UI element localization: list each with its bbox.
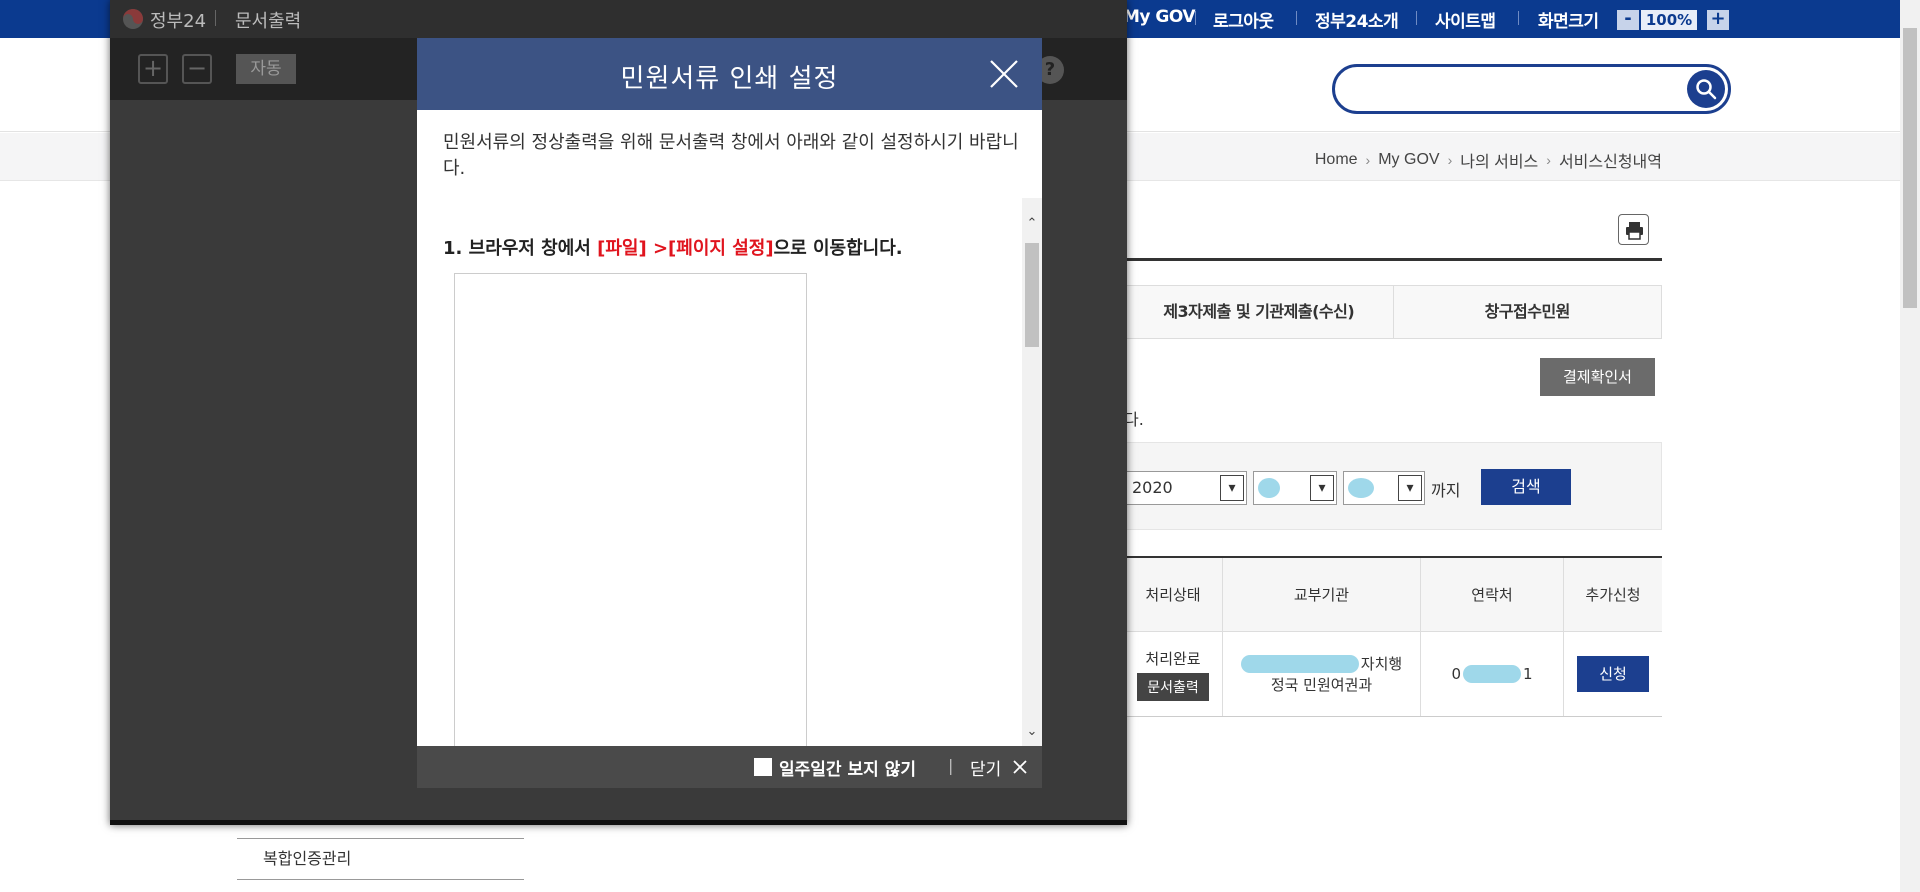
phone-start: 0: [1451, 665, 1461, 683]
redacted-phone: [1461, 665, 1523, 683]
zoom-out-button[interactable]: −: [182, 54, 212, 84]
breadcrumb-current: 서비스신청내역: [1558, 154, 1662, 171]
close-icon[interactable]: [988, 58, 1020, 90]
window-bottom-edge: [110, 820, 1127, 825]
agency-cell: 자치행 정국 민원여권과: [1222, 632, 1420, 716]
agency-line2: 정국 민원여권과: [1270, 676, 1373, 694]
divider: [1416, 11, 1417, 25]
dialog-description: 민원서류의 정상출력을 위해 문서출력 창에서 아래와 같이 설정하시기 바랍니…: [443, 132, 1019, 179]
dialog-footer: 일주일간 보지 않기 | 닫기: [417, 746, 1042, 788]
day-select[interactable]: ▾: [1343, 471, 1425, 505]
window-titlebar: 정부24 문서출력: [110, 0, 1127, 38]
breadcrumb-my-service[interactable]: 나의 서비스: [1460, 148, 1538, 172]
search-input[interactable]: [1332, 64, 1731, 114]
step1-screenshot: [454, 273, 807, 746]
phone-end: 1: [1523, 665, 1533, 683]
dont-show-week-checkbox[interactable]: [754, 758, 772, 776]
col-additional: 추가신청: [1563, 558, 1662, 631]
file-menu-label: [파일]: [597, 238, 647, 259]
contact-cell: 0 1: [1420, 632, 1563, 716]
scrollbar-thumb[interactable]: [1903, 28, 1917, 308]
apply-button[interactable]: 신청: [1577, 656, 1649, 692]
sitemap-link[interactable]: 사이트맵: [1435, 7, 1496, 32]
zoom-out-button[interactable]: -: [1617, 10, 1639, 30]
date-filter: 2020 ▾ ▾ ▾ 까지 검색: [1124, 442, 1662, 530]
redacted-value: [1240, 655, 1359, 673]
divider: [1518, 11, 1519, 25]
divider: [1296, 11, 1297, 25]
window-title: 문서출력: [235, 11, 302, 32]
zoom-in-button[interactable]: +: [138, 54, 168, 84]
search-submit-button[interactable]: 검색: [1481, 469, 1571, 505]
breadcrumb-mygov[interactable]: My GOV: [1378, 151, 1439, 169]
logout-link[interactable]: 로그아웃: [1213, 7, 1274, 32]
until-label: 까지: [1431, 481, 1461, 500]
breadcrumb-home[interactable]: Home: [1315, 151, 1358, 169]
col-contact: 연락처: [1420, 558, 1563, 631]
sidebar-item-auth-management[interactable]: 복합인증관리: [237, 838, 524, 880]
col-status: 처리상태: [1145, 586, 1201, 604]
table-row: 처리완료 문서출력 자치행 정국 민원여권과 0 1 신청: [1124, 632, 1662, 716]
tab-third-party-submit[interactable]: 제3자제출 및 기관제출(수신): [1125, 286, 1393, 338]
printer-icon: [1626, 222, 1643, 240]
table-header: 처리상태 교부기관 연락처 추가신청: [1124, 558, 1662, 632]
doc-output-button[interactable]: 문서출력: [1137, 672, 1209, 701]
step1-instruction: 1. 브라우저 창에서 [파일] >[페이지 설정]으로 이동합니다.: [443, 238, 903, 259]
col-agency: 교부기관: [1222, 558, 1420, 631]
service-tabs: 제3자제출 및 기관제출(수신) 창구접수민원: [1124, 285, 1662, 339]
status-cell: 처리완료 문서출력: [1124, 632, 1222, 716]
search-button[interactable]: [1687, 70, 1725, 108]
zoom-level: 100%: [1641, 10, 1697, 30]
chevron-right-icon: ›: [1447, 152, 1453, 168]
divider: [215, 10, 216, 26]
results-table: 처리상태 교부기관 연락처 추가신청 처리완료 문서출력 자치행 정국 민원여권…: [1124, 556, 1662, 717]
government-emblem-icon: [123, 9, 143, 29]
year-value: 2020: [1132, 478, 1173, 497]
window-brand: 정부24: [150, 11, 207, 32]
redacted-value: [1258, 478, 1280, 498]
month-select[interactable]: ▾: [1253, 471, 1337, 505]
about-link[interactable]: 정부24소개: [1315, 7, 1399, 32]
zoom-in-button[interactable]: +: [1707, 10, 1729, 30]
dialog-scrollbar[interactable]: ⌃ ⌄: [1022, 198, 1042, 746]
page-scrollbar[interactable]: [1900, 0, 1920, 892]
divider: [1195, 11, 1196, 25]
print-settings-dialog: 민원서류 인쇄 설정 민원서류의 정상출력을 위해 문서출력 창에서 아래와 같…: [417, 38, 1042, 788]
dont-show-week-label[interactable]: 일주일간 보지 않기: [779, 755, 916, 780]
scrollbar-thumb[interactable]: [1025, 243, 1039, 347]
page-setup-label: [페이지 설정]: [668, 238, 774, 259]
chevron-right-icon: ›: [1546, 152, 1551, 168]
document-print-window: 정부24 문서출력 + − 자동 인쇄 ? 민원서류 인쇄 설정 민원서류의 정…: [110, 0, 1127, 825]
tab-counter-civil[interactable]: 창구접수민원: [1392, 286, 1662, 338]
apply-cell: 신청: [1563, 632, 1662, 716]
print-page-button[interactable]: [1618, 214, 1649, 245]
mygov-link[interactable]: My GOV: [1123, 7, 1196, 27]
chevron-up-icon[interactable]: ⌃: [1024, 216, 1040, 232]
payment-receipt-button[interactable]: 결제확인서: [1540, 358, 1655, 396]
year-select[interactable]: 2020 ▾: [1125, 471, 1247, 505]
redacted-value: [1348, 478, 1374, 498]
chevron-down-icon: ▾: [1310, 475, 1334, 501]
breadcrumb: Home › My GOV › 나의 서비스 › 서비스신청내역: [1315, 148, 1662, 172]
dialog-scroll-area[interactable]: 1. 브라우저 창에서 [파일] >[페이지 설정]으로 이동합니다. ⌃ ⌄: [417, 198, 1042, 746]
close-icon[interactable]: [1012, 759, 1028, 775]
search-icon: [1696, 79, 1717, 100]
dialog-header: 민원서류 인쇄 설정: [417, 38, 1042, 110]
divider: |: [948, 756, 954, 775]
dialog-title: 민원서류 인쇄 설정: [620, 64, 839, 94]
chevron-down-icon: ▾: [1220, 475, 1244, 501]
status-text: 처리완료: [1145, 649, 1201, 668]
chevron-down-icon: ▾: [1398, 475, 1422, 501]
title-divider: [1124, 258, 1662, 261]
close-button[interactable]: 닫기: [970, 755, 1001, 780]
screen-size-label: 화면크기: [1538, 12, 1599, 32]
chevron-down-icon[interactable]: ⌄: [1024, 724, 1040, 740]
chevron-right-icon: ›: [1365, 152, 1371, 168]
auto-fit-button[interactable]: 자동: [236, 54, 296, 84]
agency-line1: 자치행: [1240, 653, 1402, 674]
